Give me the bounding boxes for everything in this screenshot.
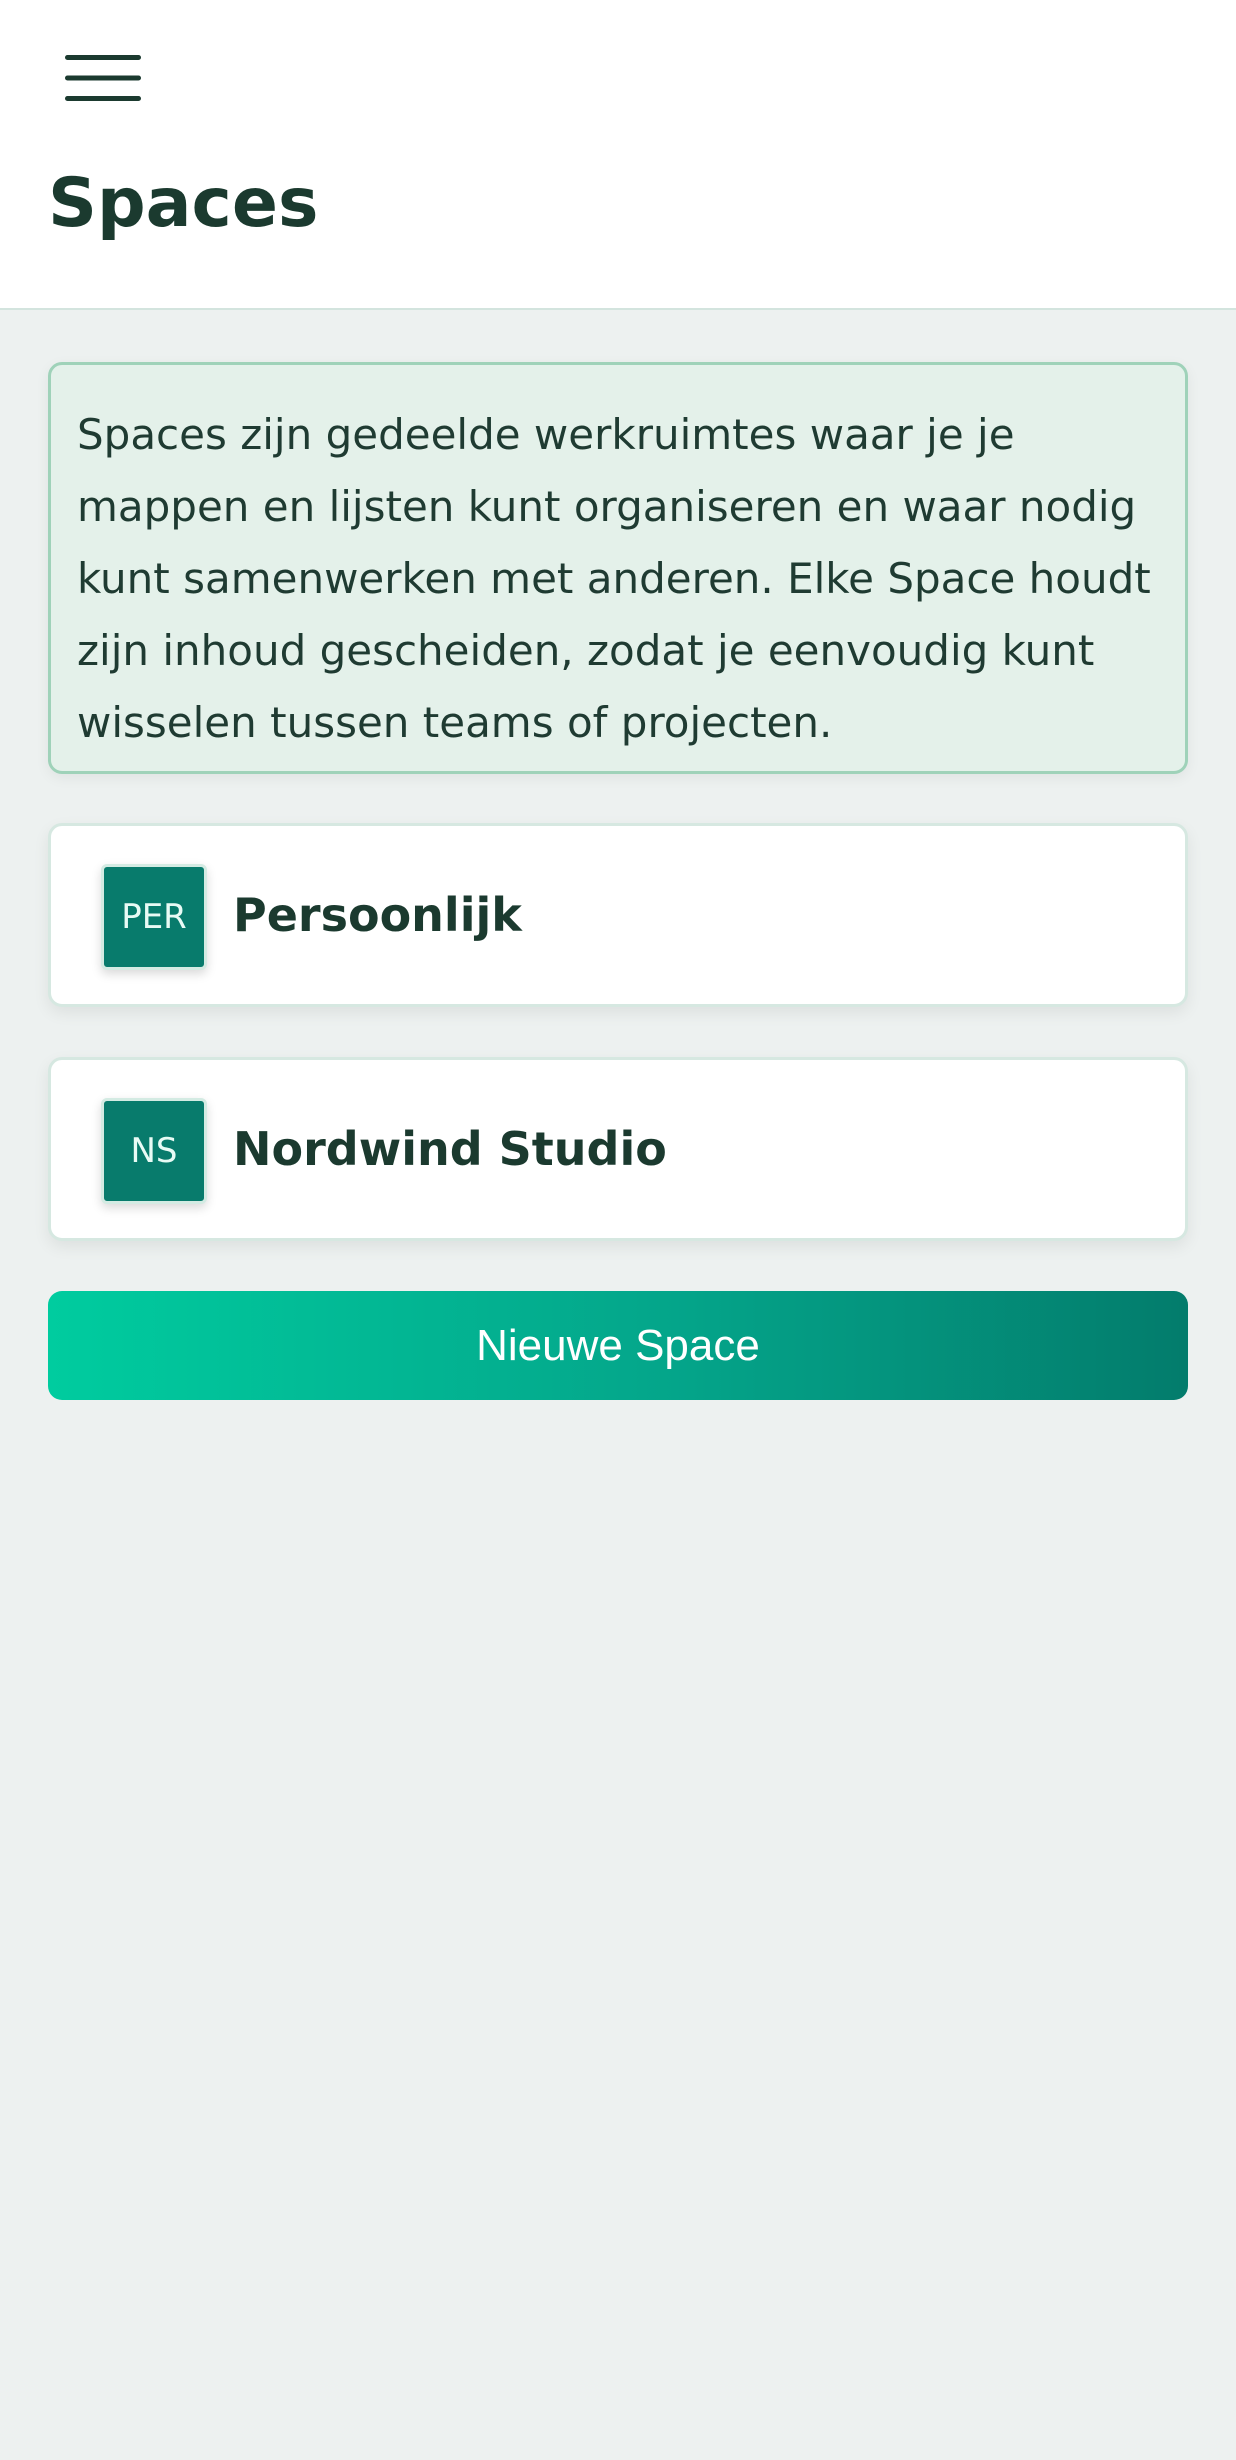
space-avatar: PER — [101, 864, 207, 970]
new-space-button[interactable]: Nieuwe Space — [48, 1291, 1188, 1400]
hamburger-menu-icon — [65, 55, 141, 101]
space-name: Persoonlijk — [233, 888, 522, 942]
space-name: Nordwind Studio — [233, 1122, 667, 1176]
page-title: Spaces — [48, 164, 319, 243]
app-header: Spaces — [0, 0, 1236, 310]
menu-button[interactable] — [48, 38, 158, 118]
space-avatar: NS — [101, 1098, 207, 1204]
space-card-nordwind-studio[interactable]: NS Nordwind Studio — [48, 1057, 1188, 1241]
space-card-persoonlijk[interactable]: PER Persoonlijk — [48, 823, 1188, 1007]
spaces-info-box: Spaces zijn gedeelde werkruimtes waar je… — [48, 362, 1188, 774]
